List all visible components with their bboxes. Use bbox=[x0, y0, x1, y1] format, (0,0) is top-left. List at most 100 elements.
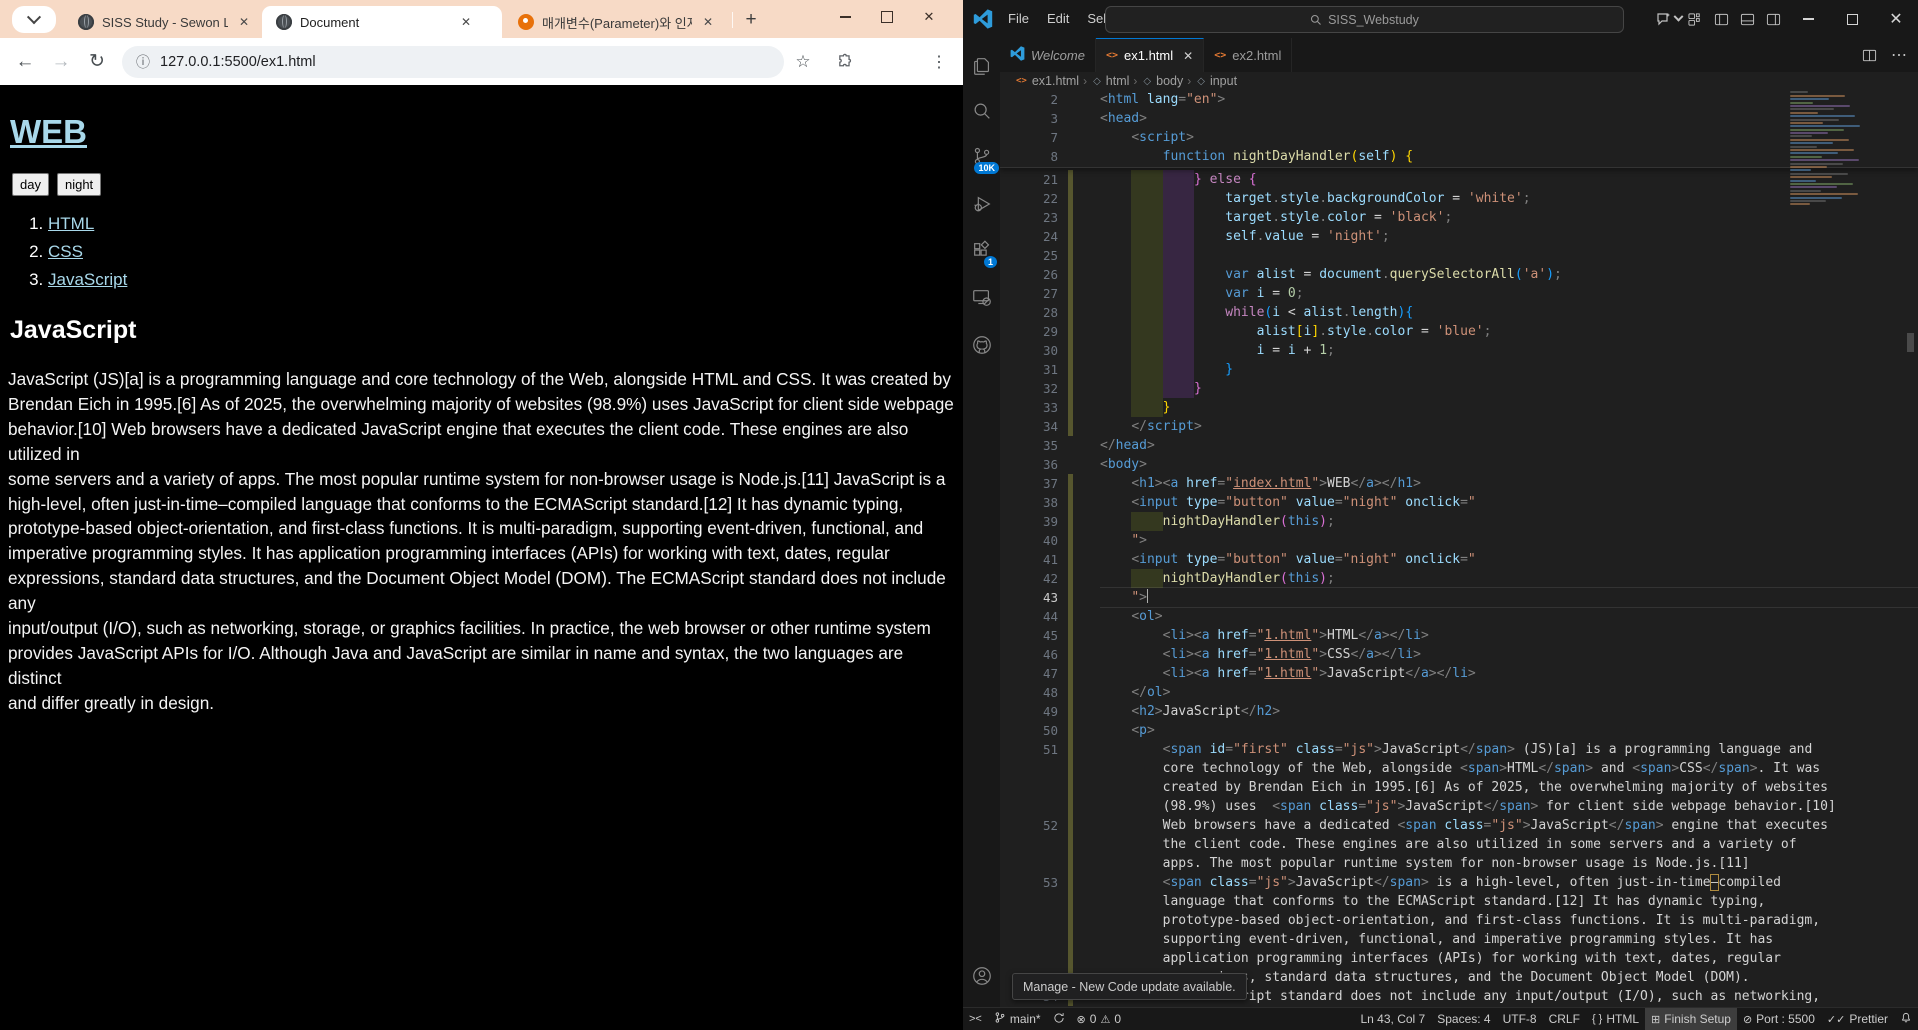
menu-edit[interactable]: Edit bbox=[1038, 7, 1078, 31]
editor-tab-welcome[interactable]: Welcome bbox=[1000, 38, 1096, 72]
tab-document[interactable]: Document✕ bbox=[262, 6, 502, 38]
code-line[interactable]: 41<input type="button" value="night" onc… bbox=[1000, 550, 1918, 569]
toggle-secondary-sidebar-icon[interactable] bbox=[1760, 6, 1786, 32]
code-line[interactable]: application programming interfaces (APIs… bbox=[1000, 949, 1918, 968]
code-line[interactable]: 26var alist = document.querySelectorAll(… bbox=[1000, 265, 1918, 284]
code-line[interactable]: 43"> bbox=[1000, 588, 1918, 607]
tab-close-icon[interactable]: ✕ bbox=[236, 15, 252, 29]
editor-tab-ex1[interactable]: <>ex1.html✕ bbox=[1096, 38, 1204, 72]
vscode-maximize-button[interactable] bbox=[1830, 0, 1874, 38]
day-button[interactable]: day bbox=[12, 173, 49, 196]
code-line[interactable]: 30i = i + 1; bbox=[1000, 341, 1918, 360]
code-line[interactable]: 51<span id="first" class="js">JavaScript… bbox=[1000, 740, 1918, 759]
remote-indicator[interactable]: >< bbox=[963, 1008, 988, 1030]
vscode-close-button[interactable]: ✕ bbox=[1874, 0, 1918, 38]
code-line[interactable]: 34</script> bbox=[1000, 417, 1918, 436]
split-editor-icon[interactable] bbox=[1856, 42, 1882, 68]
language-mode[interactable]: { }HTML bbox=[1586, 1008, 1645, 1030]
address-bar[interactable]: ⓘ 127.0.0.1:5500/ex1.html bbox=[122, 46, 784, 78]
code-line[interactable]: 27var i = 0; bbox=[1000, 284, 1918, 303]
web-link[interactable]: WEB bbox=[10, 113, 87, 150]
prettier[interactable]: ✓✓Prettier bbox=[1821, 1008, 1894, 1030]
link-css[interactable]: CSS bbox=[48, 242, 83, 261]
toggle-panel-icon[interactable] bbox=[1734, 6, 1760, 32]
code-line[interactable]: core technology of the Web, alongside <s… bbox=[1000, 759, 1918, 778]
editor-more-actions-icon[interactable]: ⋯ bbox=[1886, 42, 1912, 68]
breadcrumb-item[interactable]: html bbox=[1106, 74, 1130, 88]
code-line[interactable]: apps. The most popular runtime system fo… bbox=[1000, 854, 1918, 873]
cursor-position[interactable]: Ln 43, Col 7 bbox=[1355, 1008, 1432, 1030]
code-line[interactable]: 3<head> bbox=[1000, 109, 1918, 128]
code-line[interactable]: 46<li><a href="1.html">CSS</a></li> bbox=[1000, 645, 1918, 664]
browser-menu-icon[interactable]: ⋮ bbox=[922, 38, 956, 85]
code-line[interactable]: 25 bbox=[1000, 246, 1918, 265]
code-line[interactable]: supporting event-driven, functional, and… bbox=[1000, 930, 1918, 949]
code-line[interactable]: 7<script> bbox=[1000, 128, 1918, 147]
code-line[interactable]: the client code. These engines are also … bbox=[1000, 835, 1918, 854]
bookmark-star-icon[interactable]: ☆ bbox=[786, 38, 820, 85]
code-line[interactable]: 47<li><a href="1.html">JavaScript</a></l… bbox=[1000, 664, 1918, 683]
minimap[interactable] bbox=[1782, 90, 1858, 198]
code-line[interactable]: 38<input type="button" value="night" onc… bbox=[1000, 493, 1918, 512]
site-info-icon[interactable]: ⓘ bbox=[136, 52, 150, 72]
night-button[interactable]: night bbox=[57, 173, 101, 196]
breadcrumb-item[interactable]: body bbox=[1156, 74, 1183, 88]
reload-button[interactable]: ↻ bbox=[80, 38, 114, 85]
source-control-icon[interactable]: 10K bbox=[963, 136, 1000, 176]
code-line[interactable]: 8function nightDayHandler(self) { bbox=[1000, 147, 1918, 166]
scrollbar-thumb[interactable] bbox=[1907, 333, 1914, 352]
code-line[interactable]: 29alist[i].style.color = 'blue'; bbox=[1000, 322, 1918, 341]
tab-close-icon[interactable]: ✕ bbox=[458, 15, 474, 29]
eol-sequence[interactable]: CRLF bbox=[1543, 1008, 1586, 1030]
link-html[interactable]: HTML bbox=[48, 214, 94, 233]
code-line[interactable]: 23target.style.color = 'black'; bbox=[1000, 208, 1918, 227]
tab-siss-study[interactable]: SISS Study - Sewon Lee✕ bbox=[64, 6, 260, 38]
extensions-icon[interactable]: 1 bbox=[963, 231, 1000, 271]
git-branch[interactable]: main* bbox=[988, 1008, 1047, 1030]
breadcrumb-item[interactable]: input bbox=[1210, 74, 1237, 88]
problems[interactable]: ⊗0⚠0 bbox=[1071, 1008, 1127, 1030]
link-javascript[interactable]: JavaScript bbox=[48, 270, 127, 289]
extensions-puzzle-icon[interactable] bbox=[828, 38, 862, 85]
code-line[interactable]: prototype-based object-orientation, and … bbox=[1000, 911, 1918, 930]
code-line[interactable]: 33} bbox=[1000, 398, 1918, 417]
menu-file[interactable]: File bbox=[999, 7, 1038, 31]
forward-button[interactable]: → bbox=[44, 38, 78, 85]
vscode-minimize-button[interactable] bbox=[1786, 0, 1830, 38]
breadcrumb-item[interactable]: ex1.html bbox=[1032, 74, 1079, 88]
code-line[interactable]: 50<p> bbox=[1000, 721, 1918, 740]
code-line[interactable]: 21} else { bbox=[1000, 170, 1918, 189]
toggle-sidebar-icon[interactable] bbox=[1708, 6, 1734, 32]
code-line[interactable]: 48</ol> bbox=[1000, 683, 1918, 702]
sync-changes[interactable] bbox=[1047, 1008, 1071, 1030]
code-line[interactable]: (98.9%) uses <span class="js">JavaScript… bbox=[1000, 797, 1918, 816]
copilot-chat-icon[interactable] bbox=[1656, 6, 1682, 32]
code-line[interactable]: 36<body> bbox=[1000, 455, 1918, 474]
maximize-button[interactable] bbox=[866, 0, 908, 34]
code-line[interactable]: 40"> bbox=[1000, 531, 1918, 550]
encoding[interactable]: UTF-8 bbox=[1497, 1008, 1543, 1030]
search-icon[interactable] bbox=[963, 91, 1000, 131]
code-line[interactable]: 53<span class="js">JavaScript</span> is … bbox=[1000, 873, 1918, 892]
live-server-port[interactable]: ⊘Port : 5500 bbox=[1737, 1008, 1821, 1030]
code-line[interactable]: 52Web browsers have a dedicated <span cl… bbox=[1000, 816, 1918, 835]
indentation[interactable]: Spaces: 4 bbox=[1431, 1008, 1496, 1030]
code-line[interactable]: 2<html lang="en"> bbox=[1000, 90, 1918, 109]
code-line[interactable]: 44<ol> bbox=[1000, 607, 1918, 626]
minimize-button[interactable] bbox=[824, 0, 866, 34]
notifications-bell[interactable] bbox=[1894, 1008, 1918, 1030]
code-line[interactable]: language that conforms to the ECMAScript… bbox=[1000, 892, 1918, 911]
explorer-icon[interactable] bbox=[963, 46, 1000, 86]
code-line[interactable]: 37<h1><a href="index.html">WEB</a></h1> bbox=[1000, 474, 1918, 493]
close-button[interactable]: ✕ bbox=[908, 0, 950, 34]
code-line[interactable]: 45<li><a href="1.html">HTML</a></li> bbox=[1000, 626, 1918, 645]
code-line[interactable]: 31} bbox=[1000, 360, 1918, 379]
finish-setup[interactable]: ⊞Finish Setup bbox=[1645, 1008, 1737, 1030]
code-line[interactable]: 28while(i < alist.length){ bbox=[1000, 303, 1918, 322]
command-center-search[interactable]: SISS_Webstudy bbox=[1105, 6, 1624, 33]
remote-explorer-icon[interactable] bbox=[963, 278, 1000, 318]
tab-close-icon[interactable]: ✕ bbox=[700, 15, 716, 29]
code-line[interactable]: created by Brendan Eich in 1995.[6] As o… bbox=[1000, 778, 1918, 797]
code-line[interactable]: 32} bbox=[1000, 379, 1918, 398]
run-debug-icon[interactable] bbox=[963, 184, 1000, 224]
